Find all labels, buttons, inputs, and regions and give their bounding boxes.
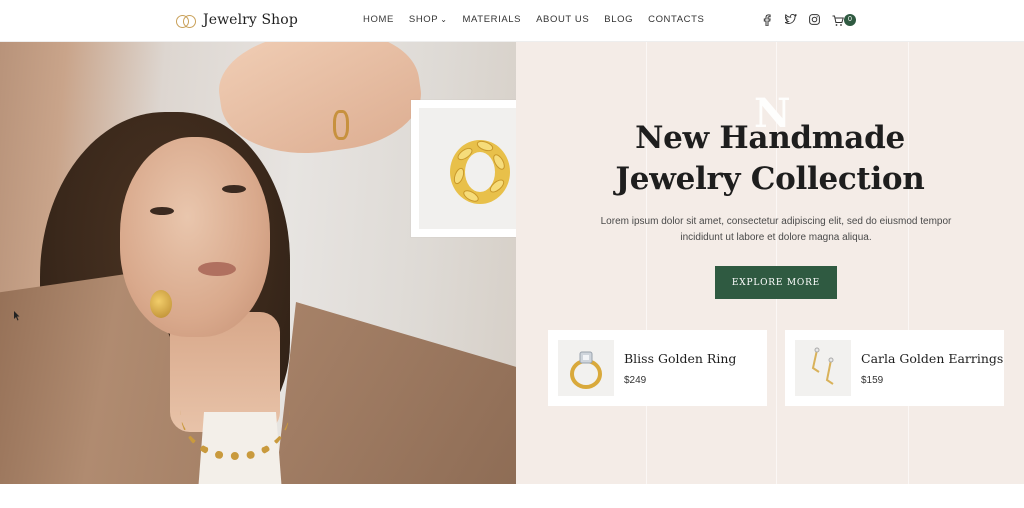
nav-shop-label: SHOP <box>408 14 439 25</box>
hero-title-line1: New Handmade <box>635 120 905 156</box>
product-card-carla-earrings[interactable]: Carla Golden Earrings $159 <box>785 330 1004 406</box>
hero-title: New Handmade Jewelry Collection <box>516 118 1024 200</box>
nav-shop[interactable]: SHOP ⌄ <box>409 14 448 25</box>
site-header: Jewelry Shop HOME SHOP ⌄ MATERIALS ABOUT … <box>0 0 1024 42</box>
decor-line <box>908 42 909 484</box>
decor-line <box>646 42 647 484</box>
rings-logo-icon <box>176 10 196 30</box>
logo-text: Jewelry Shop <box>203 12 298 28</box>
hero-title-line2: Jewelry Collection <box>615 161 925 197</box>
nav-about-us[interactable]: ABOUT US <box>536 14 589 25</box>
product-price: $249 <box>624 374 647 386</box>
product-info: Carla Golden Earrings $159 <box>861 351 1003 386</box>
social-links <box>760 13 821 26</box>
product-name: Carla Golden Earrings <box>861 350 1004 366</box>
logo[interactable]: Jewelry Shop <box>176 10 298 30</box>
nav-home[interactable]: HOME <box>363 14 394 25</box>
nav-blog[interactable]: BLOG <box>604 14 633 25</box>
hero-content-panel: N New Handmade Jewelry Collection Lorem … <box>516 42 1024 484</box>
cart-count-badge: 0 <box>844 14 856 26</box>
instagram-icon[interactable] <box>808 13 821 26</box>
cart-button[interactable]: 0 <box>832 13 858 29</box>
twitter-icon[interactable] <box>784 13 797 26</box>
diamond-ring-icon <box>570 351 602 389</box>
photo-face <box>120 137 270 337</box>
earrings-icon <box>811 347 834 385</box>
product-thumb-earrings <box>795 340 851 396</box>
chevron-down-icon: ⌄ <box>440 15 448 24</box>
photo-earring <box>150 290 172 318</box>
facebook-icon[interactable] <box>760 13 773 26</box>
nav-contacts[interactable]: CONTACTS <box>648 14 704 25</box>
photo-eye-right <box>222 185 246 193</box>
gold-leaf-ring-icon <box>450 139 510 204</box>
nav-materials[interactable]: MATERIALS <box>463 14 522 25</box>
product-info: Bliss Golden Ring $249 <box>624 351 736 386</box>
photo-eye-left <box>150 207 174 215</box>
explore-more-button[interactable]: EXPLORE MORE <box>715 266 837 299</box>
mouse-cursor-icon <box>14 311 20 321</box>
photo-coat-right <box>270 302 516 484</box>
hero-description: Lorem ipsum dolor sit amet, consectetur … <box>600 216 952 243</box>
cart-icon <box>832 15 844 26</box>
photo-lips <box>198 262 236 276</box>
product-name: Bliss Golden Ring <box>624 350 737 366</box>
photo-ring <box>333 110 349 140</box>
product-price: $159 <box>861 374 884 386</box>
product-thumb-ring <box>558 340 614 396</box>
product-card-bliss-ring[interactable]: Bliss Golden Ring $249 <box>548 330 767 406</box>
main-nav: HOME SHOP ⌄ MATERIALS ABOUT US BLOG CONTA… <box>363 14 704 25</box>
